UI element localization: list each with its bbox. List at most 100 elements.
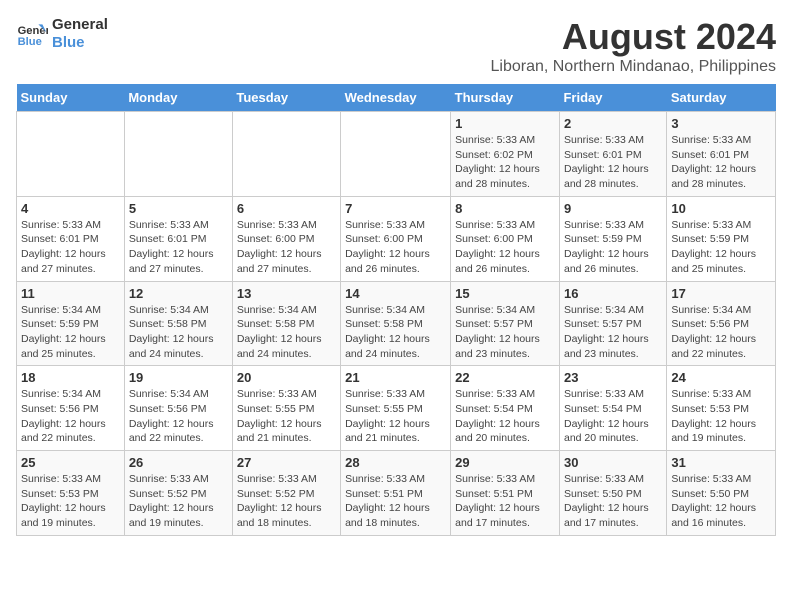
calendar-cell: 22Sunrise: 5:33 AMSunset: 5:54 PMDayligh…: [451, 366, 560, 451]
calendar-cell: 16 Sunrise: 5:34 AMSunset: 5:57 PMDayligh…: [559, 281, 666, 366]
calendar-cell: [124, 112, 232, 197]
column-header-thursday: Thursday: [451, 84, 560, 112]
calendar-week-5: 25Sunrise: 5:33 AMSunset: 5:53 PMDayligh…: [17, 451, 776, 536]
day-number: 24: [671, 370, 771, 385]
day-number: 18: [21, 370, 120, 385]
day-info: Sunrise: 5:33 AMSunset: 6:02 PMDaylight:…: [455, 133, 555, 192]
page-subtitle: Liboran, Northern Mindanao, Philippines: [490, 58, 776, 76]
day-number: 5: [129, 201, 228, 216]
calendar-cell: 8 Sunrise: 5:33 AMSunset: 6:00 PMDaylight…: [451, 196, 560, 281]
column-header-friday: Friday: [559, 84, 666, 112]
calendar-table: SundayMondayTuesdayWednesdayThursdayFrid…: [16, 84, 776, 536]
day-info: Sunrise: 5:34 AMSunset: 5:59 PMDaylight:…: [21, 303, 120, 362]
day-number: 28: [345, 455, 446, 470]
calendar-cell: [232, 112, 340, 197]
day-info: Sunrise: 5:34 AMSunset: 5:56 PMDaylight:…: [671, 303, 771, 362]
day-info: Sunrise: 5:34 AMSunset: 5:57 PMDaylight:…: [455, 303, 555, 362]
day-info: Sunrise: 5:33 AMSunset: 5:53 PMDaylight:…: [671, 387, 771, 446]
calendar-cell: 30 Sunrise: 5:33 AMSunset: 5:50 PMDayligh…: [559, 451, 666, 536]
calendar-cell: 1 Sunrise: 5:33 AMSunset: 6:02 PMDaylight…: [451, 112, 560, 197]
day-info: Sunrise: 5:33 AMSunset: 5:59 PMDaylight:…: [564, 218, 662, 277]
day-number: 7: [345, 201, 446, 216]
calendar-cell: 17 Sunrise: 5:34 AMSunset: 5:56 PMDayligh…: [667, 281, 776, 366]
column-header-sunday: Sunday: [17, 84, 125, 112]
calendar-week-1: 1 Sunrise: 5:33 AMSunset: 6:02 PMDaylight…: [17, 112, 776, 197]
day-number: 22: [455, 370, 555, 385]
day-info: Sunrise: 5:33 AMSunset: 5:52 PMDaylight:…: [237, 472, 336, 531]
day-info: Sunrise: 5:33 AMSunset: 5:50 PMDaylight:…: [671, 472, 771, 531]
day-number: 16: [564, 286, 662, 301]
day-number: 4: [21, 201, 120, 216]
day-number: 17: [671, 286, 771, 301]
day-number: 12: [129, 286, 228, 301]
day-number: 27: [237, 455, 336, 470]
calendar-cell: 18Sunrise: 5:34 AMSunset: 5:56 PMDayligh…: [17, 366, 125, 451]
column-header-wednesday: Wednesday: [341, 84, 451, 112]
calendar-week-4: 18 Sunrise: 5:34 AMSunset: 5:56 PMDayligh…: [17, 366, 776, 451]
day-number: 25: [21, 455, 120, 470]
day-info: Sunrise: 5:34 AMSunset: 5:58 PMDaylight:…: [129, 303, 228, 362]
calendar-cell: 20Sunrise: 5:33 AMSunset: 5:55 PMDayligh…: [232, 366, 340, 451]
day-info: Sunrise: 5:33 AMSunset: 6:01 PMDaylight:…: [129, 218, 228, 277]
calendar-cell: 21Sunrise: 5:33 AMSunset: 5:55 PMDayligh…: [341, 366, 451, 451]
day-info: Sunrise: 5:33 AMSunset: 6:00 PMDaylight:…: [345, 218, 446, 277]
day-info: Sunrise: 5:33 AMSunset: 5:50 PMDaylight:…: [564, 472, 662, 531]
calendar-cell: 2Sunrise: 5:33 AMSunset: 6:01 PMDaylight…: [559, 112, 666, 197]
day-number: 19: [129, 370, 228, 385]
calendar-cell: [341, 112, 451, 197]
day-info: Sunrise: 5:34 AMSunset: 5:56 PMDaylight:…: [129, 387, 228, 446]
column-header-tuesday: Tuesday: [232, 84, 340, 112]
calendar-cell: 28 Sunrise: 5:33 AMSunset: 5:51 PMDayligh…: [341, 451, 451, 536]
calendar-cell: 23Sunrise: 5:33 AMSunset: 5:54 PMDayligh…: [559, 366, 666, 451]
logo-line1: General: [52, 16, 108, 33]
calendar-cell: 12 Sunrise: 5:34 AMSunset: 5:58 PMDayligh…: [124, 281, 232, 366]
column-header-saturday: Saturday: [667, 84, 776, 112]
day-info: Sunrise: 5:33 AMSunset: 6:01 PMDaylight:…: [564, 133, 662, 192]
day-info: Sunrise: 5:34 AMSunset: 5:58 PMDaylight:…: [345, 303, 446, 362]
day-number: 10: [671, 201, 771, 216]
calendar-cell: 13 Sunrise: 5:34 AMSunset: 5:58 PMDayligh…: [232, 281, 340, 366]
calendar-cell: 7 Sunrise: 5:33 AMSunset: 6:00 PMDaylight…: [341, 196, 451, 281]
column-header-monday: Monday: [124, 84, 232, 112]
calendar-cell: 26Sunrise: 5:33 AMSunset: 5:52 PMDayligh…: [124, 451, 232, 536]
calendar-cell: 15 Sunrise: 5:34 AMSunset: 5:57 PMDayligh…: [451, 281, 560, 366]
svg-text:Blue: Blue: [18, 36, 42, 48]
calendar-cell: 10Sunrise: 5:33 AMSunset: 5:59 PMDayligh…: [667, 196, 776, 281]
day-number: 29: [455, 455, 555, 470]
day-info: Sunrise: 5:34 AMSunset: 5:57 PMDaylight:…: [564, 303, 662, 362]
calendar-cell: 31 Sunrise: 5:33 AMSunset: 5:50 PMDayligh…: [667, 451, 776, 536]
day-number: 13: [237, 286, 336, 301]
day-number: 1: [455, 116, 555, 131]
calendar-week-3: 11 Sunrise: 5:34 AMSunset: 5:59 PMDayligh…: [17, 281, 776, 366]
day-info: Sunrise: 5:33 AMSunset: 5:55 PMDaylight:…: [345, 387, 446, 446]
day-number: 30: [564, 455, 662, 470]
calendar-cell: 25Sunrise: 5:33 AMSunset: 5:53 PMDayligh…: [17, 451, 125, 536]
day-number: 15: [455, 286, 555, 301]
day-number: 6: [237, 201, 336, 216]
day-info: Sunrise: 5:33 AMSunset: 5:51 PMDaylight:…: [345, 472, 446, 531]
day-info: Sunrise: 5:33 AMSunset: 5:55 PMDaylight:…: [237, 387, 336, 446]
title-block: August 2024 Liboran, Northern Mindanao, …: [490, 16, 776, 76]
logo: General Blue General Blue: [16, 16, 108, 52]
day-number: 3: [671, 116, 771, 131]
calendar-cell: 27 Sunrise: 5:33 AMSunset: 5:52 PMDayligh…: [232, 451, 340, 536]
calendar-cell: 11 Sunrise: 5:34 AMSunset: 5:59 PMDayligh…: [17, 281, 125, 366]
day-number: 26: [129, 455, 228, 470]
logo-line2: Blue: [52, 34, 85, 51]
calendar-cell: [17, 112, 125, 197]
day-number: 23: [564, 370, 662, 385]
day-number: 14: [345, 286, 446, 301]
calendar-cell: 4Sunrise: 5:33 AMSunset: 6:01 PMDaylight…: [17, 196, 125, 281]
calendar-cell: 29Sunrise: 5:33 AMSunset: 5:51 PMDayligh…: [451, 451, 560, 536]
day-number: 9: [564, 201, 662, 216]
calendar-cell: 9 Sunrise: 5:33 AMSunset: 5:59 PMDaylight…: [559, 196, 666, 281]
calendar-cell: 14 Sunrise: 5:34 AMSunset: 5:58 PMDayligh…: [341, 281, 451, 366]
page-title: August 2024: [490, 16, 776, 58]
page-header: General Blue General Blue August 2024 Li…: [16, 16, 776, 76]
day-info: Sunrise: 5:33 AMSunset: 6:00 PMDaylight:…: [455, 218, 555, 277]
day-number: 31: [671, 455, 771, 470]
day-number: 8: [455, 201, 555, 216]
calendar-cell: 6Sunrise: 5:33 AMSunset: 6:00 PMDaylight…: [232, 196, 340, 281]
day-info: Sunrise: 5:34 AMSunset: 5:58 PMDaylight:…: [237, 303, 336, 362]
day-number: 11: [21, 286, 120, 301]
